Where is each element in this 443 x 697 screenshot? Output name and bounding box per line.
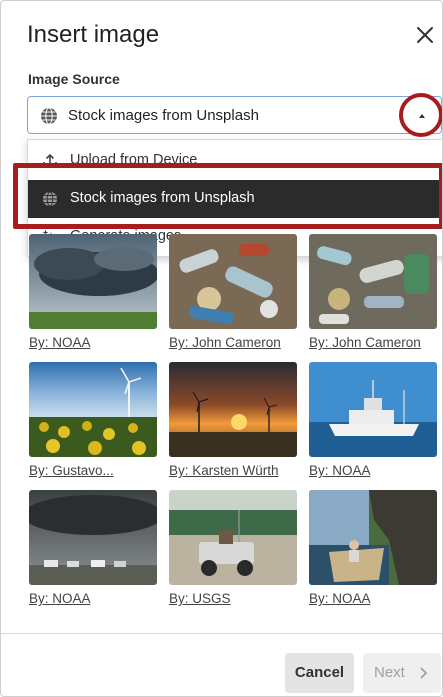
globe-icon (43, 191, 57, 207)
image-thumbnail-sunflowers-wind-turbine[interactable] (29, 362, 157, 457)
globe-icon (41, 107, 57, 125)
image-thumbnail-vehicle-dry-lake[interactable] (169, 490, 297, 585)
image-card: By: NOAA (309, 362, 437, 478)
image-card: By: Karsten Würth (169, 362, 297, 478)
image-credit-link[interactable]: By: Gustavo... (29, 463, 157, 478)
insert-image-dialog: Insert image Image Source Stock images f… (0, 0, 443, 697)
image-credit-link[interactable]: By: NOAA (309, 463, 437, 478)
next-button[interactable]: Next (363, 653, 441, 693)
chevron-right-icon (420, 667, 428, 679)
selected-source-text: Stock images from Unsplash (68, 107, 259, 124)
image-card: By: NOAA (309, 490, 437, 606)
menu-item-upload[interactable]: Upload from Device (28, 142, 442, 180)
menu-item-label: Upload from Device (70, 152, 198, 168)
image-thumbnail-plastic-waste[interactable] (309, 234, 437, 329)
image-thumbnail-research-ship[interactable] (309, 362, 437, 457)
next-button-label: Next (374, 664, 405, 681)
image-thumbnail-tornado-storm[interactable] (29, 490, 157, 585)
image-credit-link[interactable]: By: NOAA (29, 335, 157, 350)
caret-up-icon (419, 114, 425, 118)
cancel-button[interactable]: Cancel (285, 653, 354, 693)
image-credit-link[interactable]: By: John Cameron (169, 335, 297, 350)
footer-divider (1, 633, 442, 634)
image-source-select[interactable]: Stock images from Unsplash (27, 96, 442, 134)
image-credit-link[interactable]: By: Karsten Würth (169, 463, 297, 478)
dialog-title: Insert image (27, 21, 160, 48)
image-credit-link[interactable]: By: John Cameron (309, 335, 437, 350)
close-button[interactable] (411, 21, 439, 49)
image-card: By: John Cameron (309, 234, 437, 350)
menu-item-label: Stock images from Unsplash (70, 190, 255, 206)
image-thumbnail-storm-clouds[interactable] (29, 234, 157, 329)
dropdown-toggle-highlight[interactable] (399, 93, 442, 137)
image-source-label: Image Source (28, 71, 120, 87)
image-card: By: NOAA (29, 234, 157, 350)
close-icon (417, 27, 433, 43)
image-card: By: John Cameron (169, 234, 297, 350)
image-card: By: NOAA (29, 490, 157, 606)
image-credit-link[interactable]: By: NOAA (29, 591, 157, 606)
menu-item-stock-images[interactable]: Stock images from Unsplash (28, 180, 442, 218)
image-card: By: Gustavo... (29, 362, 157, 478)
image-credit-link[interactable]: By: NOAA (309, 591, 437, 606)
upload-icon (43, 153, 57, 168)
image-credit-link[interactable]: By: USGS (169, 591, 297, 606)
image-thumbnail-sunset-wind-turbines[interactable] (169, 362, 297, 457)
image-thumbnail-boat-rocks[interactable] (309, 490, 437, 585)
image-card: By: USGS (169, 490, 297, 606)
image-thumbnail-plastic-waste[interactable] (169, 234, 297, 329)
